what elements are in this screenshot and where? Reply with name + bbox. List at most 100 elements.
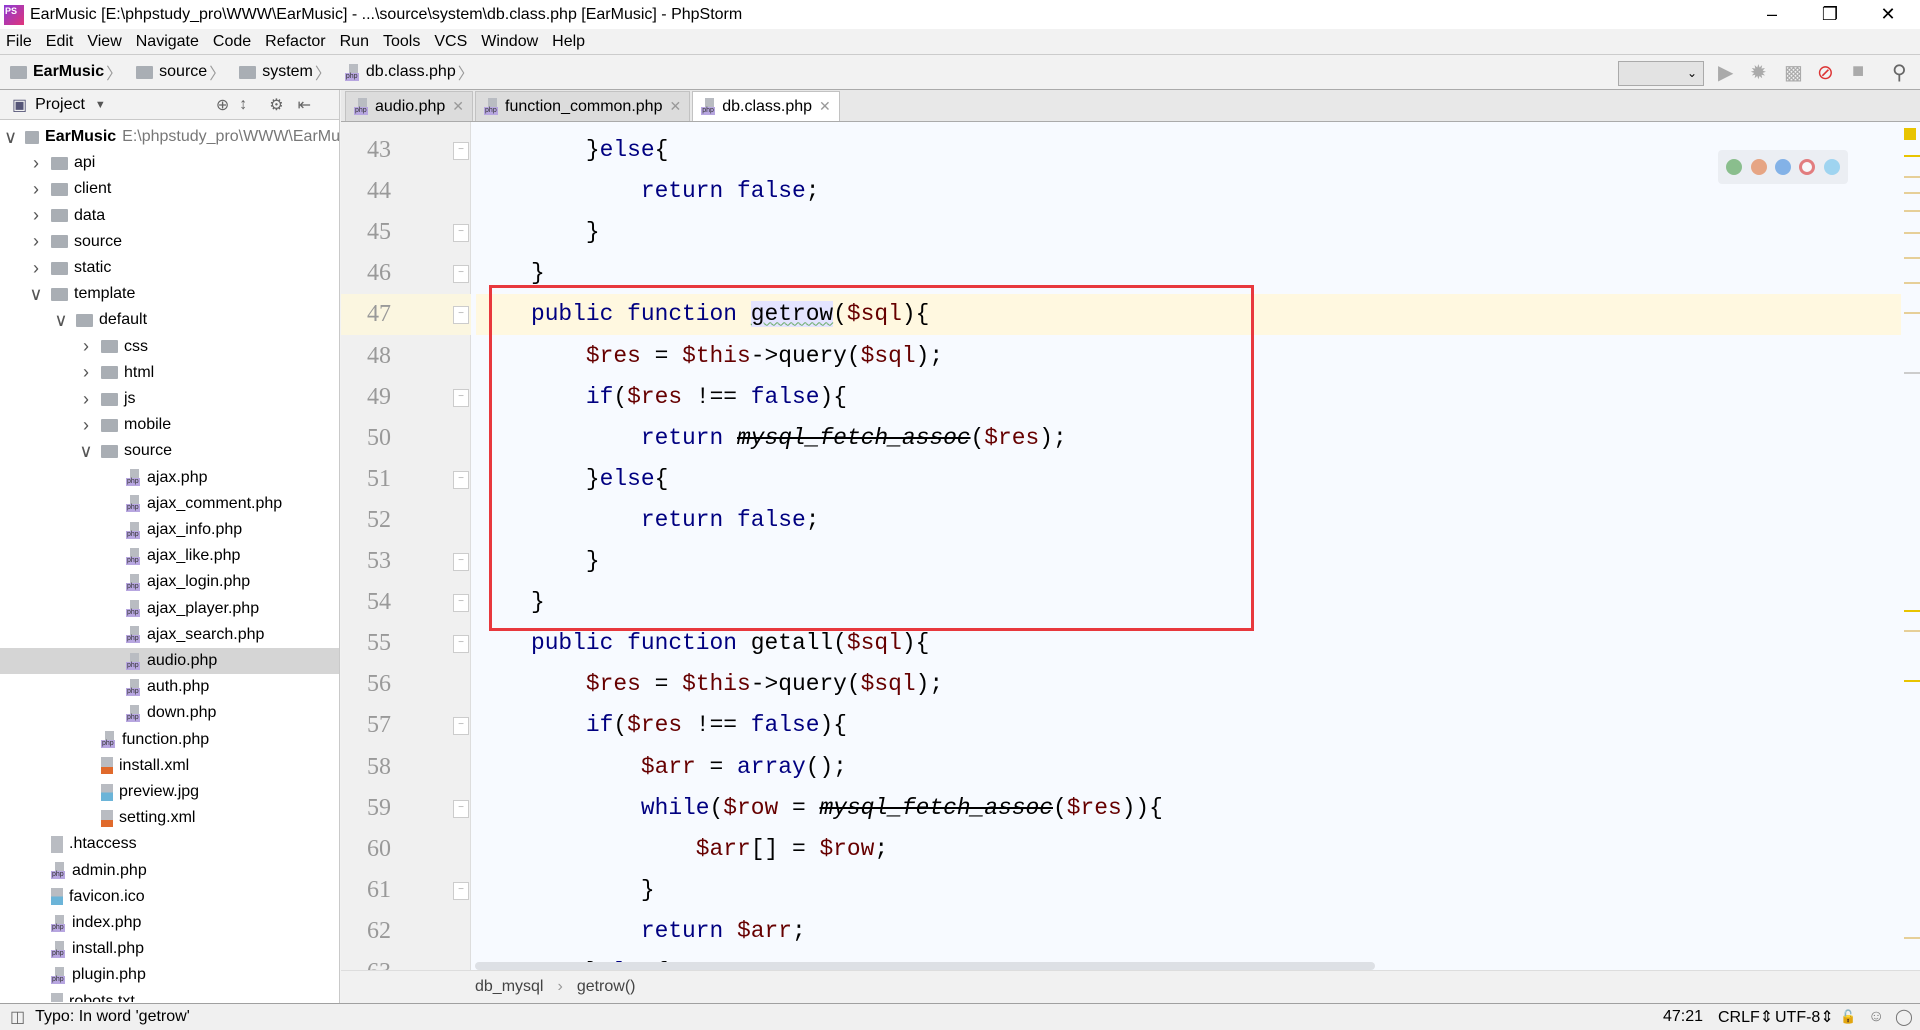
breadcrumb-class[interactable]: db_mysql	[475, 978, 543, 996]
fold-marker-icon[interactable]: −	[453, 388, 469, 407]
horizontal-scrollbar[interactable]	[475, 962, 1375, 970]
error-stripe[interactable]	[1900, 122, 1920, 970]
chevron-down-icon[interactable]: ∨	[54, 310, 68, 331]
opera-icon[interactable]	[1799, 159, 1816, 175]
code-line[interactable]: return false;	[476, 171, 1901, 212]
menu-view[interactable]: View	[87, 33, 121, 51]
tree-item[interactable]: ∨ source	[0, 438, 339, 464]
tree-item[interactable]: setting.xml	[0, 805, 339, 831]
fold-marker-icon[interactable]: −	[453, 306, 469, 325]
stop-icon[interactable]: ■	[1852, 60, 1864, 83]
tree-item[interactable]: preview.jpg	[0, 779, 339, 805]
tree-item[interactable]: ajax_player.php	[0, 596, 339, 622]
code-line[interactable]: $res = $this->query($sql);	[476, 664, 1901, 705]
hide-panel-icon[interactable]: ⇤	[298, 95, 311, 115]
chevron-right-icon[interactable]: ›	[29, 205, 43, 226]
code-line[interactable]: }else{	[476, 459, 1901, 500]
code-line[interactable]: }	[476, 582, 1901, 623]
code-line[interactable]: while($row = mysql_fetch_assoc($res)){	[476, 788, 1901, 829]
event-log-icon[interactable]: ◯	[1895, 1007, 1913, 1027]
tree-item[interactable]: › api	[0, 150, 339, 176]
fold-marker-icon[interactable]: −	[453, 881, 469, 900]
maximize-button[interactable]: ❐	[1801, 0, 1859, 29]
chevron-down-icon[interactable]: ∨	[29, 284, 43, 305]
fold-marker-icon[interactable]: −	[453, 799, 469, 818]
menu-vcs[interactable]: VCS	[434, 33, 467, 51]
lock-icon[interactable]: 🔓	[1840, 1009, 1856, 1025]
menu-run[interactable]: Run	[340, 33, 369, 51]
chrome-icon[interactable]	[1726, 159, 1743, 175]
tree-item[interactable]: audio.php	[0, 648, 339, 674]
chevron-right-icon[interactable]: ›	[29, 258, 43, 279]
tree-item[interactable]: install.xml	[0, 753, 339, 779]
chevron-right-icon[interactable]: ›	[79, 362, 93, 383]
nav-crumb[interactable]: source 〉	[136, 60, 231, 84]
tree-item[interactable]: › static	[0, 255, 339, 281]
ie-icon[interactable]	[1823, 159, 1840, 175]
code-line[interactable]: return $arr;	[476, 911, 1901, 952]
safari-icon[interactable]	[1774, 159, 1791, 175]
inspection-status-icon[interactable]	[1904, 128, 1916, 140]
tree-item[interactable]: ajax_search.php	[0, 622, 339, 648]
tree-item[interactable]: › html	[0, 360, 339, 386]
tree-item[interactable]: › data	[0, 203, 339, 229]
code-line[interactable]: return mysql_fetch_assoc($res);	[476, 418, 1901, 459]
tree-item[interactable]: ajax_login.php	[0, 569, 339, 595]
code-line[interactable]: }	[476, 541, 1901, 582]
code-line[interactable]: $res = $this->query($sql);	[476, 336, 1901, 377]
chevron-right-icon[interactable]: ›	[29, 231, 43, 252]
code-line[interactable]: }else{	[476, 130, 1901, 171]
code-line[interactable]: if($res !== false){	[476, 705, 1901, 746]
code-line[interactable]: $arr = array();	[476, 747, 1901, 788]
tree-item[interactable]: admin.php	[0, 858, 339, 884]
code-line[interactable]: }	[476, 870, 1901, 911]
nav-crumb[interactable]: EarMusic 〉	[10, 60, 128, 84]
fold-marker-icon[interactable]: −	[453, 142, 469, 160]
tree-item[interactable]: ∨ default	[0, 307, 339, 333]
fold-marker-icon[interactable]: −	[453, 594, 469, 613]
close-tab-icon[interactable]: ✕	[452, 98, 464, 115]
collapse-all-icon[interactable]: ↕	[239, 96, 247, 114]
chevron-right-icon[interactable]: ›	[79, 336, 93, 357]
tab-audio-php[interactable]: audio.php ✕	[345, 91, 474, 121]
tab-function-common-php[interactable]: function_common.php ✕	[475, 91, 691, 121]
fold-marker-icon[interactable]: −	[453, 635, 469, 654]
line-separator[interactable]: CRLF⇕	[1718, 1007, 1773, 1027]
tool-windows-icon[interactable]: ◫	[10, 1007, 25, 1027]
code-editor[interactable]: 43 − 44 45 − 46 − 47 − 48 49 − 50 51 − 52 53 − 54 − 55 − 56 57 −…	[341, 122, 1920, 970]
tree-item[interactable]: auth.php	[0, 674, 339, 700]
code-line[interactable]: $arr[] = $row;	[476, 829, 1901, 870]
tree-item[interactable]: down.php	[0, 700, 339, 726]
close-button[interactable]: ✕	[1859, 0, 1917, 29]
close-tab-icon[interactable]: ✕	[819, 98, 831, 115]
tree-item[interactable]: plugin.php	[0, 962, 339, 988]
tree-item[interactable]: function.php	[0, 727, 339, 753]
debug-icon[interactable]: ✹	[1750, 60, 1767, 85]
tree-item[interactable]: › css	[0, 334, 339, 360]
close-tab-icon[interactable]: ✕	[669, 98, 681, 115]
coverage-icon[interactable]: ▩	[1784, 60, 1803, 85]
menu-edit[interactable]: Edit	[46, 33, 74, 51]
project-view-label[interactable]: Project	[35, 96, 85, 114]
inspector-icon[interactable]: ☺	[1868, 1008, 1884, 1026]
code-line[interactable]: public function getrow($sql){	[476, 294, 1901, 336]
search-icon[interactable]: ⚲	[1892, 60, 1907, 85]
chevron-down-icon[interactable]: ▼	[95, 99, 106, 111]
caret-position[interactable]: 47:21	[1663, 1008, 1703, 1026]
menu-refactor[interactable]: Refactor	[265, 33, 325, 51]
firefox-icon[interactable]	[1750, 159, 1767, 175]
fold-marker-icon[interactable]: −	[453, 553, 469, 571]
chevron-down-icon[interactable]: ∨	[4, 127, 17, 148]
tree-item[interactable]: install.php	[0, 936, 339, 962]
tree-item[interactable]: ajax_info.php	[0, 517, 339, 543]
chevron-right-icon[interactable]: ›	[29, 179, 43, 200]
code-line[interactable]: }	[476, 212, 1901, 253]
menu-code[interactable]: Code	[213, 33, 251, 51]
nav-crumb[interactable]: db.class.php〉	[344, 60, 480, 84]
tree-item[interactable]: ajax.php	[0, 465, 339, 491]
tree-item[interactable]: › client	[0, 176, 339, 202]
menu-file[interactable]: File	[6, 33, 32, 51]
tree-item[interactable]: ajax_like.php	[0, 543, 339, 569]
fold-marker-icon[interactable]: −	[453, 717, 469, 736]
tree-item[interactable]: .htaccess	[0, 831, 339, 857]
